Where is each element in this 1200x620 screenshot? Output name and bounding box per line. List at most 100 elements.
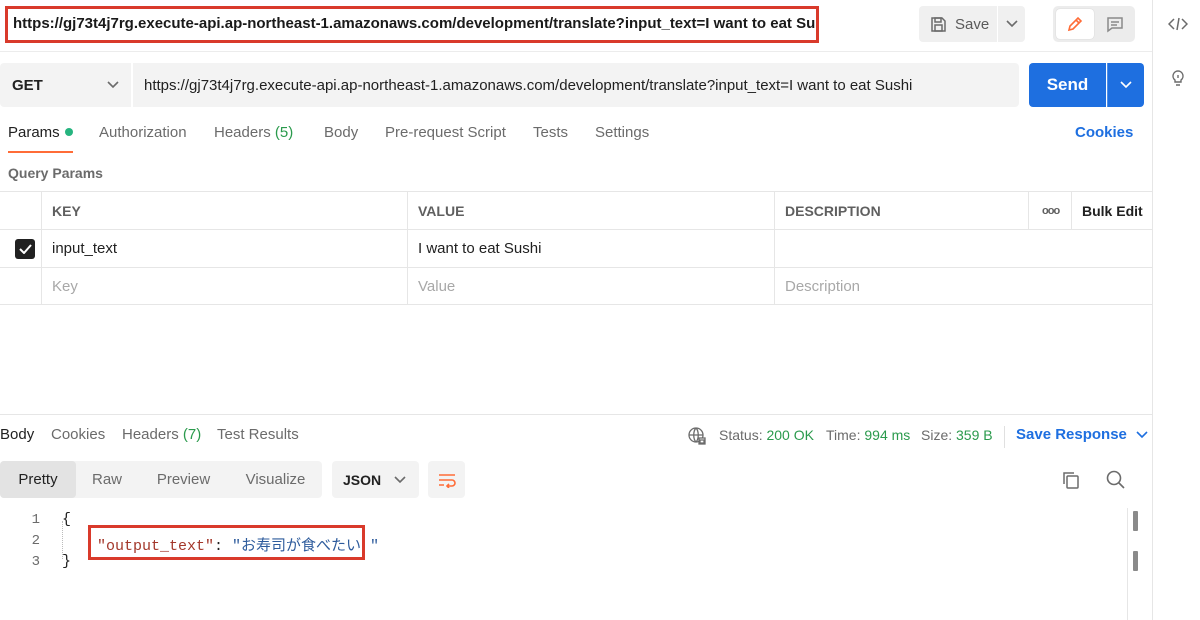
method-select[interactable]: GET	[0, 63, 131, 107]
lightbulb-icon	[1172, 70, 1184, 86]
tab-prerequest-script[interactable]: Pre-request Script	[385, 124, 506, 153]
json-output-line: "output_text": "お寿司が食べたい "	[88, 525, 379, 560]
json-colon: :	[214, 538, 233, 555]
tab-headers-label: Headers	[214, 124, 271, 141]
comment-mode-button[interactable]	[1097, 9, 1133, 39]
copy-icon[interactable]	[1060, 469, 1082, 491]
code-icon	[1168, 17, 1188, 31]
view-visualize[interactable]: Visualize	[229, 461, 322, 498]
size-value: 359 B	[956, 427, 993, 443]
status-value: 200 OK	[766, 427, 814, 443]
tab-tests[interactable]: Tests	[533, 124, 568, 153]
response-tabs: Body Cookies Headers (7) Test Results St…	[0, 426, 1152, 450]
edit-mode-button[interactable]	[1056, 9, 1094, 39]
status-label: Status:	[719, 427, 763, 443]
line-number: 2	[31, 533, 40, 549]
request-tabs: Params Authorization Headers (5) Body Pr…	[0, 124, 1152, 156]
editor-scroll-track	[1127, 508, 1128, 620]
tab-params[interactable]: Params	[8, 124, 73, 153]
response-headers-label: Headers	[122, 426, 179, 443]
table-row: input_text I want to eat Sushi	[0, 229, 1152, 267]
param-key-field[interactable]: input_text	[41, 230, 407, 267]
new-key-field[interactable]: Key	[41, 268, 407, 305]
request-title[interactable]: https://gj73t4j7rg.execute-api.ap-northe…	[5, 6, 819, 43]
format-label: JSON	[343, 471, 382, 488]
table-header-row: KEY VALUE DESCRIPTION ooo Bulk Edit	[0, 191, 1152, 229]
view-pretty[interactable]: Pretty	[0, 461, 76, 498]
param-value-field[interactable]: I want to eat Sushi	[407, 230, 774, 267]
url-input[interactable]: https://gj73t4j7rg.execute-api.ap-northe…	[133, 63, 1019, 107]
response-headers-count: (7)	[182, 426, 202, 443]
new-description-field[interactable]: Description	[774, 268, 1152, 305]
json-value: "お寿司が食べたい "	[232, 538, 380, 555]
request-header: https://gj73t4j7rg.execute-api.ap-northe…	[0, 0, 1152, 52]
chevron-down-icon	[1136, 431, 1148, 439]
cookies-link[interactable]: Cookies	[1075, 124, 1133, 141]
json-key: "output_text"	[97, 538, 215, 555]
wrap-icon	[438, 473, 456, 488]
param-enabled-checkbox[interactable]	[15, 238, 35, 259]
save-response-label: Save Response	[1016, 426, 1127, 443]
view-preview[interactable]: Preview	[138, 461, 229, 498]
query-params-title: Query Params	[8, 165, 103, 181]
line-number: 1	[31, 512, 40, 528]
right-sidebar	[1152, 0, 1200, 620]
response-tab-headers[interactable]: Headers (7)	[122, 426, 201, 443]
param-description-field[interactable]	[774, 230, 1152, 267]
save-label: Save	[955, 15, 990, 33]
send-button[interactable]: Send	[1029, 63, 1106, 107]
tab-params-label: Params	[8, 124, 60, 141]
more-options-button[interactable]: ooo	[1028, 192, 1071, 229]
tab-authorization[interactable]: Authorization	[99, 124, 187, 153]
row-checkbox-cell	[0, 230, 41, 267]
scrollbar-marker[interactable]	[1133, 551, 1138, 571]
status-readout: Status: 200 OK	[719, 427, 814, 443]
save-button[interactable]: Save	[919, 6, 997, 42]
response-tab-test-results[interactable]: Test Results	[217, 426, 299, 443]
headers-count: (5)	[274, 124, 294, 141]
column-header-description: DESCRIPTION	[774, 192, 1028, 229]
response-body-editor[interactable]: 1 2 3 { } "output_text": "お寿司が食べたい "	[0, 508, 1140, 620]
checkbox-column-header	[0, 192, 41, 229]
code-snippet-button[interactable]	[1167, 13, 1189, 35]
empty-checkbox-cell	[0, 268, 41, 305]
tab-body[interactable]: Body	[324, 124, 358, 153]
chevron-down-icon	[107, 81, 119, 89]
view-mode-toggle	[1053, 6, 1135, 42]
tab-settings[interactable]: Settings	[595, 124, 649, 153]
wrap-lines-button[interactable]	[428, 461, 465, 498]
save-options-button[interactable]	[998, 6, 1025, 42]
size-label: Size:	[921, 427, 953, 443]
column-header-value: VALUE	[407, 192, 774, 229]
method-label: GET	[12, 76, 43, 94]
save-icon	[931, 16, 946, 32]
response-tab-body[interactable]: Body	[0, 426, 34, 443]
save-response-button[interactable]: Save Response	[1016, 426, 1148, 443]
response-divider	[0, 414, 1152, 415]
pencil-icon	[1067, 16, 1083, 32]
time-readout: Time: 994 ms	[826, 427, 910, 443]
chevron-down-icon	[1005, 20, 1018, 28]
comment-icon	[1107, 17, 1123, 33]
check-icon	[18, 243, 32, 254]
chevron-down-icon	[1120, 81, 1132, 89]
chevron-down-icon	[394, 476, 406, 484]
size-readout: Size: 359 B	[921, 427, 993, 443]
globe-icon[interactable]	[687, 426, 707, 446]
format-select[interactable]: JSON	[332, 461, 419, 498]
table-row: Key Value Description	[0, 267, 1152, 305]
send-options-button[interactable]	[1107, 63, 1144, 107]
time-value: 994 ms	[864, 427, 911, 443]
json-close-brace: }	[62, 553, 72, 570]
params-active-dot	[64, 128, 73, 136]
search-icon[interactable]	[1105, 469, 1127, 491]
line-number: 3	[31, 554, 40, 570]
main-panel: https://gj73t4j7rg.execute-api.ap-northe…	[0, 0, 1152, 620]
new-value-field[interactable]: Value	[407, 268, 774, 305]
info-button[interactable]	[1167, 67, 1189, 89]
view-raw[interactable]: Raw	[76, 461, 138, 498]
response-tab-cookies[interactable]: Cookies	[51, 426, 105, 443]
bulk-edit-button[interactable]: Bulk Edit	[1071, 192, 1152, 229]
scrollbar-marker[interactable]	[1133, 511, 1138, 531]
tab-headers[interactable]: Headers (5)	[214, 124, 293, 153]
